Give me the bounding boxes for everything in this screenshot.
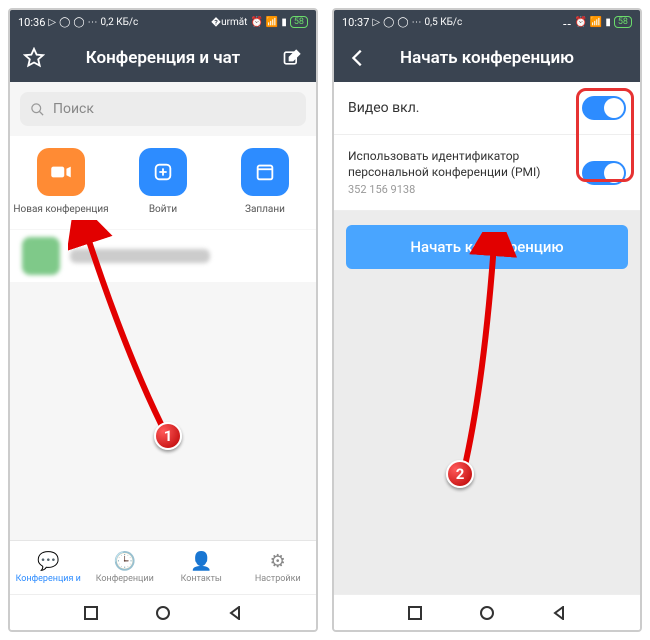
content-body: Поиск Новая конференция Войти Заплани [10,82,316,540]
bluetooth-icon: �următ [211,17,248,28]
dots-icon: ⋯ [88,17,98,28]
yandex-icon: ◯ [59,17,70,28]
calendar-icon [241,148,289,196]
nav-meetings[interactable]: 🕒 Конференции [87,541,164,594]
video-label: Видео вкл. [348,100,420,116]
new-meeting-button[interactable]: Новая конференция [10,148,112,215]
nav-label: Настройки [255,574,301,584]
status-time: 10:37 [342,16,369,29]
status-bar: 10:36 ▷ ◯ ◯ ⋯ 0,2 КБ/с �următ ⏰ 📶 ▮ 58 [10,10,316,34]
play-icon: ▷ [48,17,56,28]
action-row: Новая конференция Войти Заплани [10,136,316,229]
battery-icon: 58 [614,16,632,28]
pmi-value: 352 156 9138 [348,183,574,196]
chat-icon: 💬 [37,551,59,572]
nav-chat[interactable]: 💬 Конференция и [10,541,87,594]
blurred-text [70,249,210,263]
wifi-icon: 📶 [266,17,278,28]
back-icon[interactable] [346,46,370,70]
plus-icon [139,148,187,196]
join-label: Войти [149,204,177,215]
status-time: 10:36 [18,16,45,29]
battery-icon: 58 [290,16,308,28]
yandex-icon: ◯ [383,17,394,28]
nav-label: Конференция и [16,574,81,584]
yandex-icon: ◯ [397,17,408,28]
system-nav [10,594,316,630]
compose-icon[interactable] [280,46,304,70]
alarm-icon: ⏰ [574,17,586,28]
recent-icon[interactable] [408,606,422,620]
video-toggle[interactable] [582,96,626,120]
pmi-toggle-row[interactable]: Использовать идентификатор персональной … [334,135,640,211]
annotation-marker-2: 2 [446,460,474,488]
phone-left: 10:36 ▷ ◯ ◯ ⋯ 0,2 КБ/с �următ ⏰ 📶 ▮ 58 К… [8,8,318,632]
alarm-icon: ⏰ [250,17,262,28]
start-meeting-button[interactable]: Начать конференцию [346,225,628,269]
signal-icon: ▮ [281,17,287,28]
bottom-nav: 💬 Конференция и 🕒 Конференции 👤 Контакты… [10,540,316,594]
nav-label: Конференции [96,574,154,584]
search-input[interactable]: Поиск [20,92,306,126]
annotation-arrow [424,232,524,482]
avatar [22,237,60,275]
nav-contacts[interactable]: 👤 Контакты [163,541,240,594]
search-icon [30,102,45,117]
video-toggle-row[interactable]: Видео вкл. [334,82,640,135]
contacts-icon: 👤 [190,551,212,572]
schedule-label: Заплани [245,204,285,215]
home-icon[interactable] [480,606,494,620]
system-nav [334,594,640,630]
back-icon[interactable] [228,606,242,620]
search-placeholder: Поиск [53,101,94,117]
title-bar: Начать конференцию [334,34,640,82]
signal-icon: ▮ [605,17,611,28]
yandex-icon: ◯ [73,17,84,28]
page-title: Начать конференцию [400,48,574,68]
recent-icon[interactable] [84,606,98,620]
title-bar: Конференция и чат [10,34,316,82]
list-item[interactable] [10,230,316,282]
net-speed: 0,2 КБ/с [101,17,139,28]
schedule-button[interactable]: Заплани [214,148,316,215]
start-button-label: Начать конференцию [410,238,563,256]
join-button[interactable]: Войти [112,148,214,215]
wifi-icon: 📶 [590,17,602,28]
pmi-toggle[interactable] [582,161,626,185]
new-meeting-label: Новая конференция [13,204,108,215]
play-icon: ▷ [372,17,380,28]
bluetooth-icon: ⚋ [562,17,571,28]
gear-icon: ⚙ [270,551,286,572]
content-body: Видео вкл. Использовать идентификатор пе… [334,82,640,594]
video-icon [37,148,85,196]
star-icon[interactable] [22,46,46,70]
home-icon[interactable] [156,606,170,620]
pmi-label: Использовать идентификатор персональной … [348,149,574,180]
annotation-marker-1: 1 [154,422,182,450]
dots-icon: ⋯ [412,17,422,28]
status-bar: 10:37 ▷ ◯ ◯ ⋯ 0,5 КБ/с ⚋ ⏰ 📶 ▮ 58 [334,10,640,34]
clock-icon: 🕒 [114,551,136,572]
spacer [604,46,628,70]
nav-label: Контакты [181,574,222,584]
page-title: Конференция и чат [86,48,240,68]
phone-right: 10:37 ▷ ◯ ◯ ⋯ 0,5 КБ/с ⚋ ⏰ 📶 ▮ 58 Начать… [332,8,642,632]
net-speed: 0,5 КБ/с [425,17,463,28]
back-icon[interactable] [552,606,566,620]
nav-settings[interactable]: ⚙ Настройки [240,541,317,594]
